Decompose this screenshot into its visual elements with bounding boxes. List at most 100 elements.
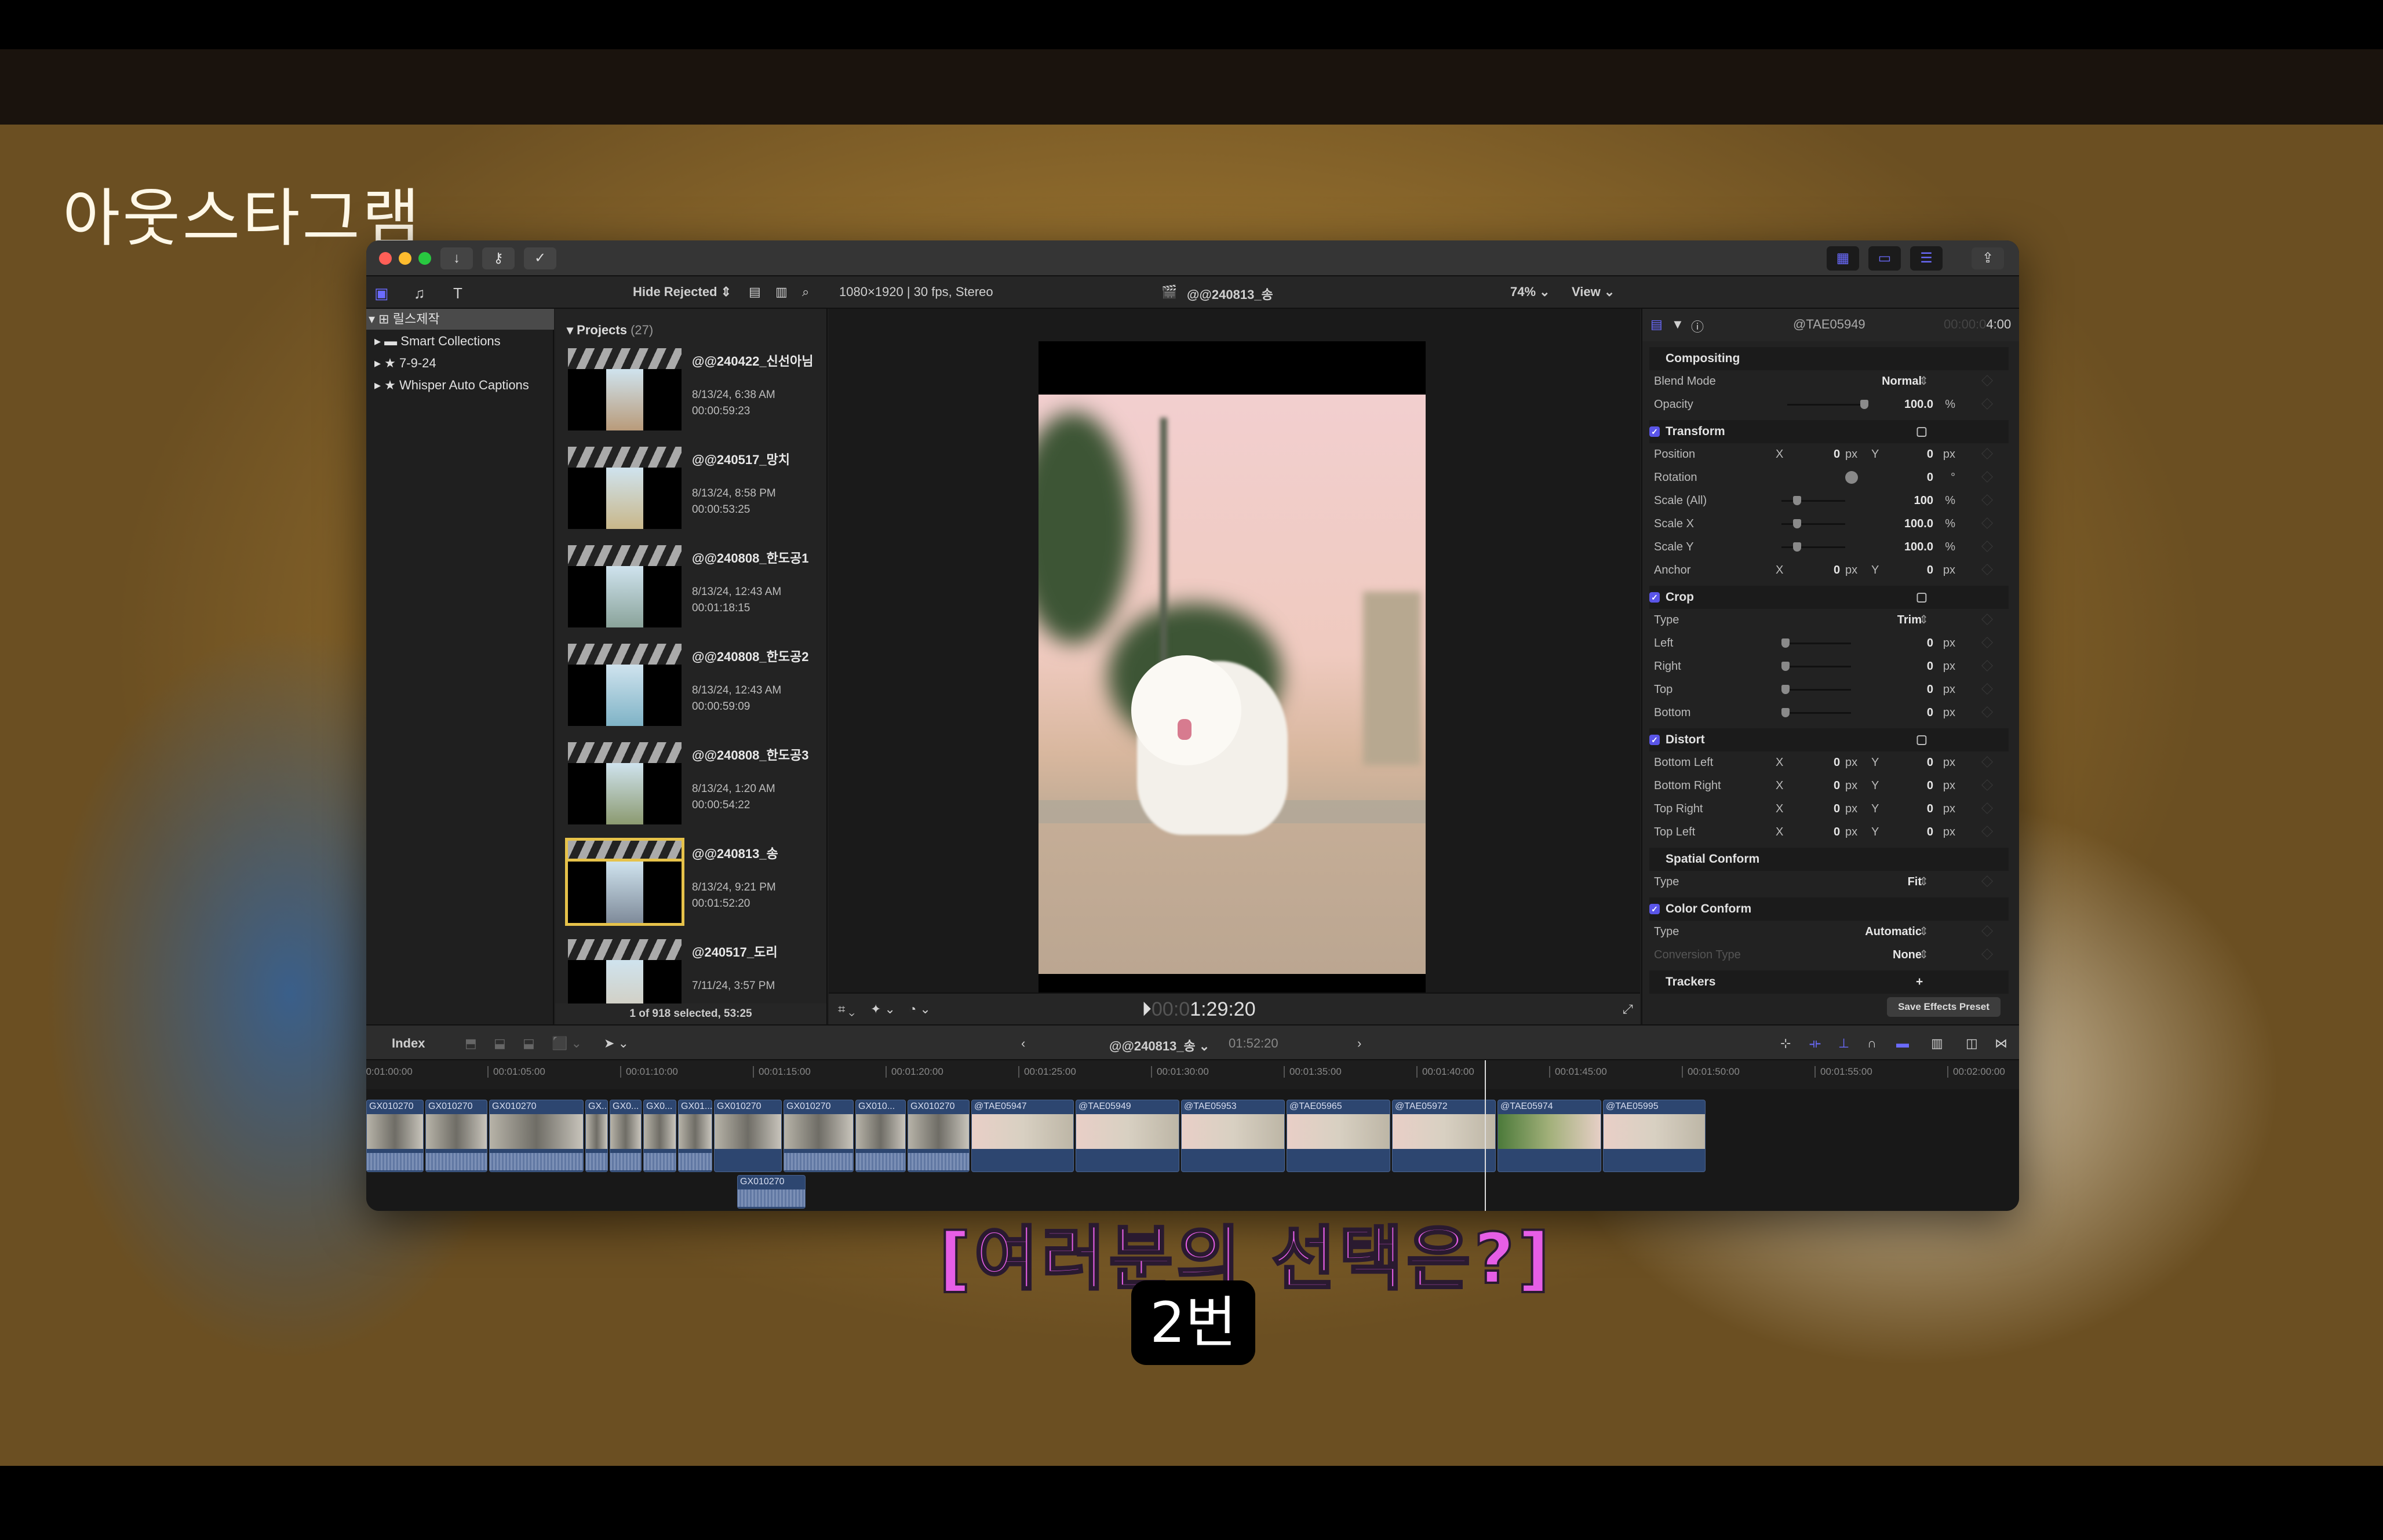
timeline-clip[interactable]: GX010270 — [908, 1100, 970, 1172]
clip-appearance-icon[interactable]: ▤ — [749, 284, 761, 300]
timeline-clip[interactable]: GX0... — [643, 1100, 676, 1172]
timeline-project-dropdown[interactable]: @@240813_송 ⌄ — [1109, 1036, 1209, 1054]
project-item[interactable]: @@240808_한도공2 8/13/24, 12:43 AM 00:00:59:0… — [568, 644, 823, 742]
retime-icon[interactable]: ◔ ⌄ — [909, 1002, 931, 1017]
enable-checkbox[interactable]: ✓ — [1649, 426, 1660, 437]
timeline-clip[interactable]: @TAE05974 — [1497, 1100, 1601, 1172]
timeline-clip[interactable]: @TAE05965 — [1287, 1100, 1390, 1172]
project-item[interactable]: @@240808_한도공3 8/13/24, 1:20 AM 00:00:54:22 — [568, 742, 823, 841]
close-button[interactable] — [379, 252, 392, 265]
inspector-row[interactable]: Conversion Type None ⇕ — [1654, 944, 2009, 966]
keyframe-icon[interactable] — [1981, 614, 1993, 625]
keyframe-icon[interactable] — [1981, 779, 1993, 791]
titles-generators-icon[interactable]: T — [453, 284, 462, 302]
playhead[interactable] — [1485, 1060, 1486, 1211]
keyframe-icon[interactable] — [1981, 375, 1993, 386]
keyframe-icon[interactable] — [1981, 541, 1993, 552]
share-button[interactable]: ⇪ — [1972, 247, 2004, 269]
inspector-section-header[interactable]: ✓ Crop ▢ — [1649, 586, 2009, 609]
enable-checkbox[interactable]: ✓ — [1649, 735, 1660, 746]
zoom-button[interactable] — [418, 252, 431, 265]
inspector-section-header[interactable]: ✓ Transform ▢ — [1649, 420, 2009, 443]
project-item[interactable]: @@240808_한도공1 8/13/24, 12:43 AM 00:01:18:1… — [568, 545, 823, 644]
timeline-clip[interactable]: GX010270 — [425, 1100, 487, 1172]
inspector-row[interactable]: Bottom 0 px — [1654, 702, 2009, 724]
browser-toggle[interactable]: ▦ — [1827, 246, 1859, 271]
transitions-icon[interactable]: ⋈ — [1995, 1036, 2007, 1051]
timeline-clip[interactable]: @TAE05949 — [1076, 1100, 1179, 1172]
inspector-row[interactable]: Blend Mode Normal ⇕ — [1654, 370, 2009, 392]
library-item[interactable]: ▾ ⊞ 릴스제작 — [366, 309, 554, 330]
keyframe-icon[interactable] — [1981, 826, 1993, 837]
keyframe-icon[interactable] — [1981, 637, 1993, 648]
inspector-row[interactable]: Anchor X 0 px Y 0 px — [1654, 559, 2009, 581]
enable-checkbox[interactable]: ✓ — [1649, 904, 1660, 915]
libraries-icon[interactable]: ▣ — [374, 284, 389, 302]
keyframe-icon[interactable] — [1981, 517, 1993, 529]
solo-icon[interactable]: ∩ — [1867, 1036, 1876, 1051]
inspector-row[interactable]: Position X 0 px Y 0 px — [1654, 443, 2009, 465]
minimize-button[interactable] — [399, 252, 411, 265]
slider-knob[interactable] — [1793, 496, 1801, 505]
sidebar-item-7-9-24[interactable]: ▸ ★ 7-9-24 — [366, 353, 554, 374]
inspector-row[interactable]: Top Right X 0 px Y 0 px — [1654, 798, 2009, 820]
add-tracker-button[interactable]: + — [1916, 970, 1923, 994]
timeline-clip[interactable]: @TAE05947 — [971, 1100, 1074, 1172]
slider-knob[interactable] — [1860, 400, 1868, 409]
photos-audio-icon[interactable]: ♫ — [414, 284, 425, 302]
inspector-row[interactable]: Bottom Left X 0 px Y 0 px — [1654, 751, 2009, 773]
skimming-icon[interactable]: ⟛ — [1809, 1036, 1821, 1051]
project-item[interactable]: @@240517_망치 8/13/24, 8:58 PM 00:00:53:25 — [568, 447, 823, 545]
import-button[interactable]: ↓ — [440, 247, 473, 269]
audio-skimming-icon[interactable]: ⊹ — [1780, 1036, 1791, 1051]
timeline-clip[interactable]: GX01... — [678, 1100, 712, 1172]
inspector-row[interactable]: Rotation 0 ° — [1654, 466, 2009, 488]
inspector-row[interactable]: Scale X 100.0% — [1654, 513, 2009, 535]
color-inspector-icon[interactable]: ▼ — [1671, 317, 1684, 332]
clip-appearance-icon[interactable]: ▬ — [1896, 1036, 1909, 1051]
inspector-row[interactable]: Type Automatic ⇕ — [1654, 921, 2009, 943]
timecode-display[interactable]: ⏵00:01:29:20 — [1142, 998, 1256, 1021]
sidebar-item-smart-collections[interactable]: ▸ ▬ Smart Collections — [366, 331, 554, 352]
projects-header[interactable]: ▾ Projects (27) — [567, 323, 653, 338]
insert-clip-icon[interactable]: ⬓ — [494, 1036, 506, 1051]
timeline-clip[interactable]: @TAE05972 — [1392, 1100, 1496, 1172]
append-clip-icon[interactable]: ⬓ — [523, 1036, 535, 1051]
inspector-row[interactable]: Scale Y 100.0% — [1654, 536, 2009, 558]
keyframe-icon[interactable] — [1981, 948, 1993, 960]
inspector-row[interactable]: Left 0 px — [1654, 632, 2009, 654]
index-button[interactable]: Index — [392, 1036, 425, 1051]
inspector-row[interactable]: Top Left X 0 px Y 0 px — [1654, 821, 2009, 843]
timeline-clip[interactable]: GX010270 — [784, 1100, 854, 1172]
enhancements-icon[interactable]: ✦ ⌄ — [870, 1002, 895, 1017]
filmstrip-icon[interactable]: ▥ — [775, 284, 788, 300]
inspector-row[interactable]: Type Fit ⇕ — [1654, 871, 2009, 893]
history-forward-icon[interactable]: › — [1357, 1036, 1361, 1051]
fullscreen-icon[interactable]: ⤢ — [1623, 1002, 1633, 1017]
snapping-icon[interactable]: ⊥ — [1838, 1036, 1849, 1051]
keyframe-icon[interactable] — [1981, 683, 1993, 695]
slider-knob[interactable] — [1781, 662, 1790, 671]
keywords-button[interactable]: ⚷ — [482, 247, 515, 269]
inspector-section-header[interactable]: ✓ Distort ▢ — [1649, 728, 2009, 751]
connect-clip-icon[interactable]: ⬒ — [465, 1036, 477, 1051]
project-item[interactable]: @@240422_신선아님 8/13/24, 6:38 AM 00:00:59:23 — [568, 348, 823, 447]
effects-browser-icon[interactable]: ◫ — [1966, 1036, 1978, 1051]
keyframe-icon[interactable] — [1981, 564, 1993, 575]
slider-knob[interactable] — [1781, 708, 1790, 717]
select-tool-icon[interactable]: ➤ ⌄ — [604, 1036, 629, 1051]
transform-tool-icon[interactable]: ⌗ ⌄ — [838, 1002, 855, 1017]
keyframe-icon[interactable] — [1981, 471, 1993, 483]
timeline-clip[interactable]: GX010270 — [489, 1100, 584, 1172]
keyframe-icon[interactable] — [1981, 925, 1993, 937]
timeline-clip[interactable]: @TAE05953 — [1181, 1100, 1285, 1172]
inspector-section-header[interactable]: Spatial Conform — [1649, 848, 2009, 871]
slider-knob[interactable] — [1793, 519, 1801, 528]
rotation-dial[interactable] — [1845, 471, 1858, 484]
timeline-clip[interactable]: GX010270 — [366, 1100, 424, 1172]
inspector-row[interactable]: Top 0 px — [1654, 678, 2009, 700]
history-back-icon[interactable]: ‹ — [1021, 1036, 1025, 1051]
overwrite-clip-icon[interactable]: ⬛ ⌄ — [552, 1036, 582, 1051]
slider-knob[interactable] — [1781, 638, 1790, 648]
sidebar-item-whisper[interactable]: ▸ ★ Whisper Auto Captions — [366, 375, 554, 396]
